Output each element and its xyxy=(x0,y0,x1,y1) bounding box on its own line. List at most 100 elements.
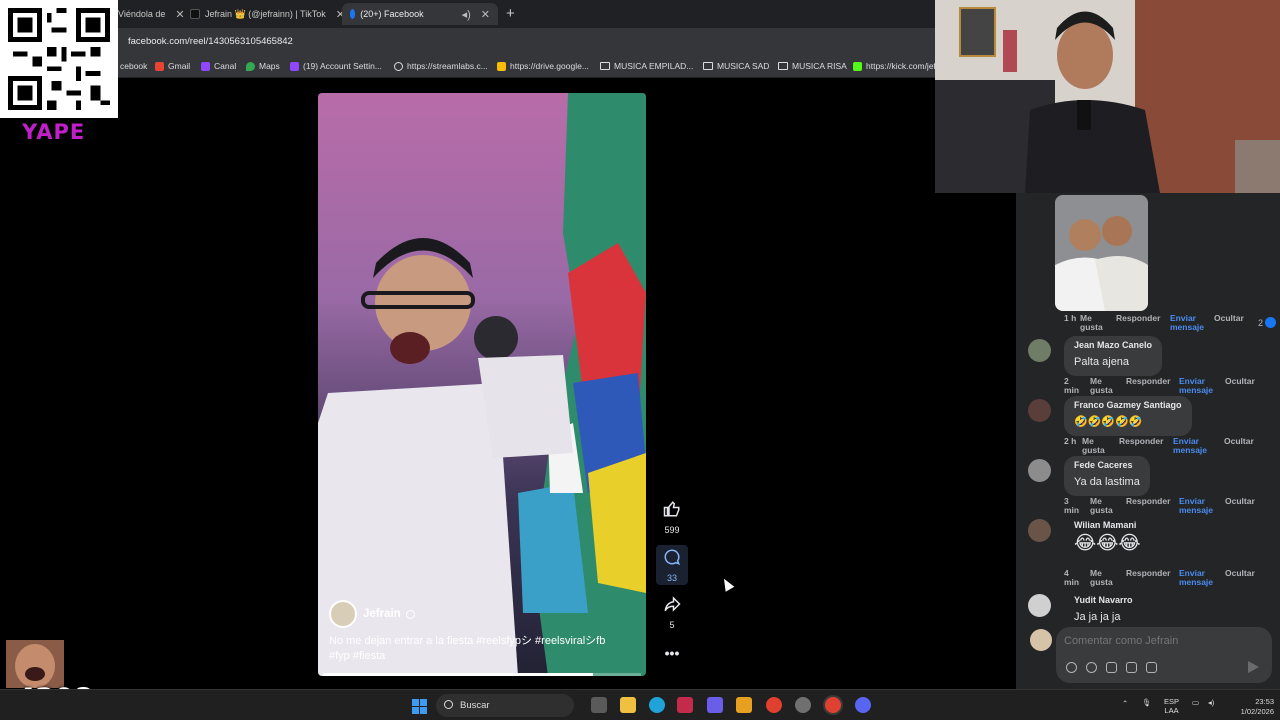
like-button[interactable]: 599 xyxy=(656,500,688,535)
bookmark-folder-musica-empilad[interactable]: MUSICA EMPILAD... xyxy=(600,61,693,71)
comment-hide-link[interactable]: Ocultar xyxy=(1225,497,1255,506)
reel-author[interactable]: Jefrain xyxy=(329,600,415,628)
twitch-icon xyxy=(290,61,299,71)
author-name[interactable]: Jefrain xyxy=(363,608,401,620)
url-field[interactable]: facebook.com/reel/1430563105465842 xyxy=(128,36,293,47)
speaker-icon[interactable]: ◂) xyxy=(462,8,471,21)
emoji-icon[interactable] xyxy=(1086,662,1097,673)
video-progress-bar[interactable] xyxy=(323,673,641,676)
language-indicator[interactable]: ESP LAA xyxy=(1164,697,1179,715)
commenter-name[interactable]: Jean Mazo Canelo xyxy=(1074,340,1152,350)
clock-date: 1/02/2026 xyxy=(1240,707,1274,716)
bookmark-facebook[interactable]: cebook xyxy=(120,61,147,71)
reel-video[interactable]: Jefrain No me dejan entrar a la fiesta #… xyxy=(318,93,646,676)
avatar[interactable] xyxy=(1028,594,1051,617)
chevron-up-icon[interactable]: ⌃ xyxy=(1122,699,1128,708)
comment-reply-link[interactable]: Responder xyxy=(1126,569,1170,578)
comment-button[interactable]: 33 xyxy=(656,545,688,585)
game-icon[interactable] xyxy=(736,697,752,713)
app-icon[interactable] xyxy=(677,697,693,713)
comment-input[interactable] xyxy=(1064,635,1264,647)
avatar-sticker-icon[interactable] xyxy=(1066,662,1077,673)
comment-send-message-link[interactable]: Enviar mensaje xyxy=(1179,497,1215,515)
avatar[interactable] xyxy=(1030,629,1052,651)
commenter-name[interactable]: Wilian Mamani xyxy=(1074,520,1141,530)
chrome-icon[interactable] xyxy=(766,697,782,713)
avatar[interactable] xyxy=(1028,399,1051,422)
obs-icon[interactable] xyxy=(795,697,811,713)
comment-send-message-link[interactable]: Enviar mensaje xyxy=(1173,437,1209,455)
comment-image[interactable] xyxy=(1055,195,1148,311)
comment-reply-link[interactable]: Responder xyxy=(1126,497,1170,506)
author-avatar[interactable] xyxy=(329,600,357,628)
bookmark-label: Canal xyxy=(214,61,237,71)
avatar[interactable] xyxy=(1028,459,1051,482)
bookmark-kick[interactable]: https://kick.com/jef xyxy=(853,61,935,71)
microphone-icon[interactable]: 🎙 xyxy=(1142,698,1152,707)
bookmark-folder-musica-risa[interactable]: MUSICA RISA xyxy=(778,61,847,71)
windows-start-icon[interactable] xyxy=(412,699,427,714)
comment-send-message-link[interactable]: Enviar mensaje xyxy=(1170,314,1206,332)
bookmark-folder-musica-sad[interactable]: MUSICA SAD xyxy=(703,61,769,71)
search-label: Buscar xyxy=(460,700,490,711)
chrome-active-icon[interactable] xyxy=(825,697,841,713)
comment-send-message-link[interactable]: Enviar mensaje xyxy=(1179,569,1215,587)
bookmark-maps[interactable]: Maps xyxy=(246,61,280,71)
comment-like-link[interactable]: Me gusta xyxy=(1080,314,1108,332)
qr-code xyxy=(0,0,118,118)
commenter-name[interactable]: Fede Caceres xyxy=(1074,460,1140,470)
bookmark-streamlabs[interactable]: https://streamlabs.c... xyxy=(394,61,488,71)
like-count: 599 xyxy=(664,525,680,535)
network-icon[interactable]: ▭ xyxy=(1192,698,1199,707)
edge-icon[interactable] xyxy=(649,697,665,713)
comment-hide-link[interactable]: Ocultar xyxy=(1225,569,1255,578)
clock[interactable]: 23:53 1/02/2026 xyxy=(1224,697,1274,717)
comment-send-message-link[interactable]: Enviar mensaje xyxy=(1179,377,1215,395)
bookmark-drive[interactable]: https://drive.google... xyxy=(497,61,589,71)
avatar[interactable] xyxy=(1028,519,1051,542)
bookmark-canal[interactable]: Canal xyxy=(201,61,236,71)
composer-box[interactable] xyxy=(1056,627,1272,683)
commenter-name[interactable]: Yudit Navarro xyxy=(1074,595,1133,605)
volume-icon[interactable]: ◂) xyxy=(1208,698,1214,707)
task-view-icon[interactable] xyxy=(591,697,607,713)
tab-vieendola[interactable]: Viéndola de ✕ xyxy=(118,3,185,25)
discord-icon[interactable] xyxy=(855,697,871,713)
comment-reply-link[interactable]: Responder xyxy=(1126,377,1170,386)
file-explorer-icon[interactable] xyxy=(620,697,636,713)
comment-bubble: Fede Caceres Ya da lastima xyxy=(1064,456,1150,496)
tab-tiktok[interactable]: Jefrain 👑 (@jefrainn) | TikTok ✕ xyxy=(190,3,345,25)
camera-icon[interactable] xyxy=(1106,662,1117,673)
comment-icon xyxy=(664,549,681,566)
comment-like-link[interactable]: Me gusta xyxy=(1090,497,1118,515)
comment-like-link[interactable]: Me gusta xyxy=(1090,377,1118,395)
comment-like-link[interactable]: Me gusta xyxy=(1090,569,1118,587)
commenter-name[interactable]: Franco Gazmey Santiago xyxy=(1074,400,1182,410)
twitch-icon xyxy=(201,61,210,71)
bookmark-label: Maps xyxy=(259,61,280,71)
comment-like-link[interactable]: Me gusta xyxy=(1082,437,1110,455)
copilot-icon[interactable] xyxy=(707,697,723,713)
comment-reply-link[interactable]: Responder xyxy=(1116,314,1160,323)
more-options-button[interactable]: ••• xyxy=(656,645,688,661)
bookmark-gmail[interactable]: Gmail xyxy=(155,61,190,71)
send-icon[interactable] xyxy=(1248,661,1259,673)
comment-hide-link[interactable]: Ocultar xyxy=(1225,377,1255,386)
reaction-count[interactable]: 2 xyxy=(1258,317,1277,328)
comment-reply-link[interactable]: Responder xyxy=(1119,437,1163,446)
avatar[interactable] xyxy=(1028,339,1051,362)
gif-icon[interactable] xyxy=(1126,662,1137,673)
folder-icon xyxy=(778,62,788,70)
comment-hide-link[interactable]: Ocultar xyxy=(1224,437,1254,446)
tab-facebook[interactable]: (20+) Facebook ◂) ✕ xyxy=(342,3,498,25)
comment-hide-link[interactable]: Ocultar xyxy=(1214,314,1244,323)
taskbar-search[interactable]: Buscar xyxy=(436,694,574,717)
clock-time: 23:53 xyxy=(1255,697,1274,706)
close-tab-icon[interactable]: ✕ xyxy=(481,8,490,21)
address-bar[interactable]: facebook.com/reel/1430563105465842 xyxy=(0,28,935,56)
bookmark-account-settings[interactable]: (19) Account Settin... xyxy=(290,61,382,71)
sticker-icon[interactable] xyxy=(1146,662,1157,673)
close-tab-icon[interactable]: ✕ xyxy=(175,8,184,21)
share-button[interactable]: 5 xyxy=(656,595,688,630)
new-tab-button[interactable]: + xyxy=(506,5,515,22)
